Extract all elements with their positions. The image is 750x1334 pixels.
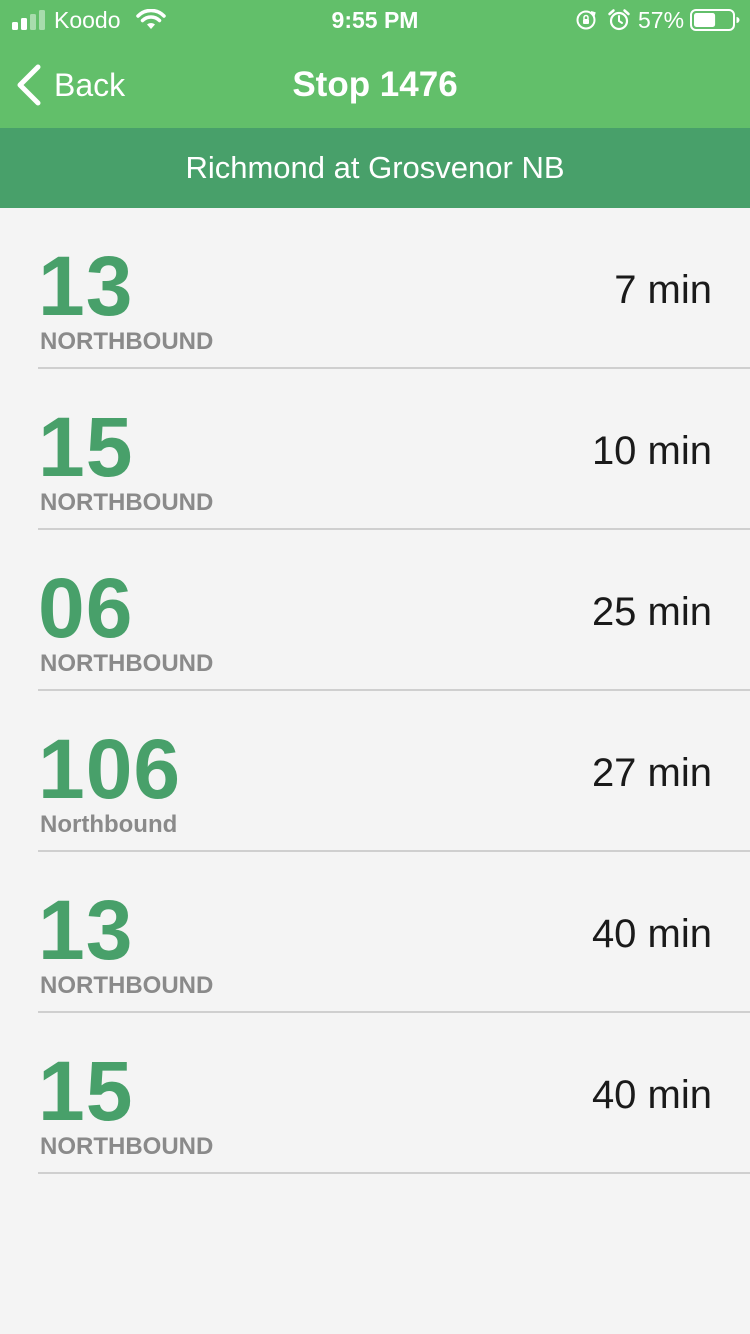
arrival-row[interactable]: 106 Northbound 27 min	[38, 691, 750, 852]
chevron-left-icon	[17, 64, 41, 106]
arrival-time: 10 min	[591, 429, 712, 473]
arrival-row[interactable]: 13 NORTHBOUND 40 min	[38, 852, 750, 1013]
status-bar: Koodo 9:55 PM 57%	[0, 0, 750, 40]
stop-name-banner: Richmond at Grosvenor NB	[0, 128, 750, 208]
route-direction: NORTHBOUND	[40, 489, 214, 516]
arrival-time: 40 min	[591, 912, 712, 956]
arrival-row[interactable]: 06 NORTHBOUND 25 min	[38, 530, 750, 691]
route-number: 15	[38, 400, 134, 494]
alarm-clock-icon	[608, 9, 630, 31]
route-direction: NORTHBOUND	[40, 650, 214, 677]
battery-icon	[690, 9, 740, 31]
arrivals-list: 13 NORTHBOUND 7 min 15 NORTHBOUND 10 min…	[0, 208, 750, 1174]
route-number: 13	[38, 239, 134, 333]
navigation-bar: Back Stop 1476	[0, 42, 750, 128]
route-number: 106	[38, 722, 182, 816]
arrival-row[interactable]: 13 NORTHBOUND 7 min	[38, 208, 750, 369]
back-button[interactable]: Back	[14, 62, 125, 108]
route-direction: NORTHBOUND	[40, 328, 214, 355]
route-number: 13	[38, 883, 134, 977]
back-label: Back	[54, 67, 126, 103]
arrival-time: 25 min	[591, 590, 712, 634]
route-number: 15	[38, 1044, 134, 1138]
rotation-lock-icon	[576, 10, 596, 30]
route-number: 06	[38, 561, 134, 655]
arrival-time: 27 min	[591, 751, 712, 795]
route-direction: NORTHBOUND	[40, 1133, 214, 1160]
arrival-row[interactable]: 15 NORTHBOUND 10 min	[38, 369, 750, 530]
app-header: Koodo 9:55 PM 57% Back Stop 1476	[0, 0, 750, 128]
arrival-row[interactable]: 15 NORTHBOUND 40 min	[38, 1013, 750, 1174]
arrival-time: 40 min	[591, 1073, 712, 1117]
route-direction: Northbound	[40, 811, 178, 838]
arrival-time: 7 min	[614, 268, 712, 312]
route-direction: NORTHBOUND	[40, 972, 214, 999]
battery-percent: 57%	[638, 7, 685, 33]
